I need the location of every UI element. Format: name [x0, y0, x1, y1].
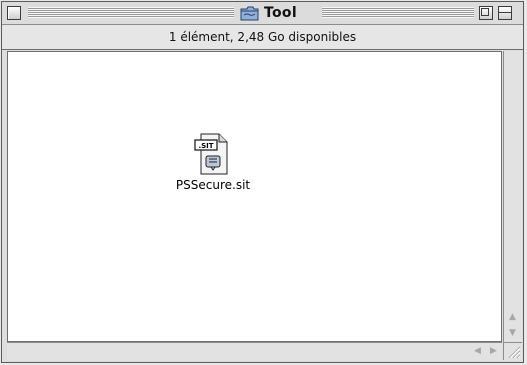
stuffit-archive-icon: .SIT: [194, 133, 228, 175]
zoom-box[interactable]: [479, 6, 493, 20]
window-title-group: Tool: [236, 3, 301, 23]
title-bar[interactable]: Tool: [2, 2, 523, 25]
scroll-down-arrow-icon[interactable]: ▼: [504, 325, 521, 340]
window-title: Tool: [264, 5, 297, 21]
collapse-box[interactable]: [498, 6, 512, 20]
folder-icon: [240, 6, 259, 20]
status-header: 1 élément, 2,48 Go disponibles: [2, 25, 523, 50]
content-area[interactable]: .SIT PSSecure.sit: [7, 51, 502, 342]
title-stripes-left: [28, 7, 234, 18]
status-text: 1 élément, 2,48 Go disponibles: [168, 30, 357, 44]
archive-badge-text: .SIT: [198, 142, 213, 150]
file-item[interactable]: .SIT PSSecure.sit: [163, 132, 263, 192]
resize-grip-icon[interactable]: [503, 342, 522, 360]
file-name: PSSecure.sit: [175, 178, 251, 192]
finder-window: Tool 1 élément, 2,48 Go disponibles .SIT…: [1, 1, 524, 363]
scroll-left-arrow-icon[interactable]: ◀: [470, 343, 485, 359]
horizontal-scrollbar[interactable]: ◀ ▶: [7, 342, 502, 360]
title-stripes-right: [322, 7, 474, 18]
close-box[interactable]: [7, 6, 21, 20]
scroll-up-arrow-icon[interactable]: ▲: [504, 309, 521, 324]
vertical-scrollbar[interactable]: ▲ ▼: [503, 51, 522, 342]
scroll-right-arrow-icon[interactable]: ▶: [486, 343, 501, 359]
